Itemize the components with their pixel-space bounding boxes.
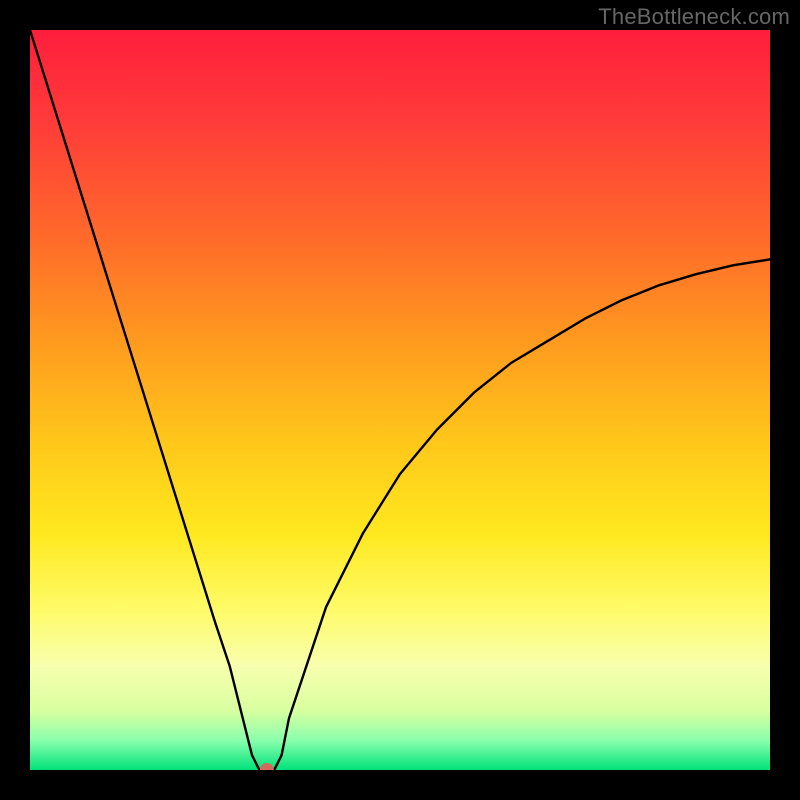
optimal-point-marker [260, 763, 274, 770]
chart-svg [30, 30, 770, 770]
bottleneck-curve [30, 30, 770, 770]
chart-frame: TheBottleneck.com [0, 0, 800, 800]
watermark-text: TheBottleneck.com [598, 4, 790, 30]
plot-area [30, 30, 770, 770]
